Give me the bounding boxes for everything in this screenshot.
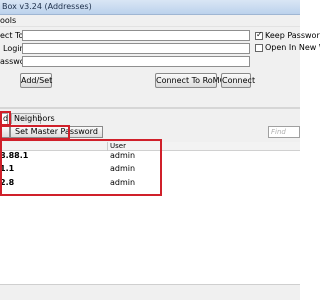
row-address: 1.1	[0, 164, 15, 173]
password-input[interactable]	[22, 56, 250, 67]
connect-to-input[interactable]	[22, 30, 250, 41]
menu-bar: ools	[0, 15, 300, 27]
add-set-button[interactable]: Add/Set	[20, 73, 52, 88]
connection-form: ect To: Login: assword: Keep Password Op…	[0, 27, 320, 107]
row-user: admin	[110, 151, 136, 160]
set-master-password-button[interactable]: Set Master Password	[10, 126, 103, 138]
row-address: 2.8	[0, 178, 15, 187]
keep-password-checkbox[interactable]	[255, 30, 263, 40]
window-title: Box v3.24 (Addresses)	[2, 2, 92, 11]
table-row[interactable]: 8.88.1 admin	[0, 150, 300, 162]
title-bar: Box v3.24 (Addresses)	[0, 0, 300, 15]
saved-sessions-table: User 8.88.1 admin 1.1 admin 2.8 admin	[0, 139, 300, 284]
tabs-area: d Neighbors Set Master Password Find	[0, 109, 300, 142]
open-new-window-label: Open In New W	[265, 43, 320, 52]
remove-button[interactable]	[0, 126, 10, 138]
menu-tools[interactable]: ools	[0, 16, 16, 25]
row-address: 8.88.1	[0, 151, 29, 160]
tab-neighbors[interactable]: Neighbors	[11, 113, 55, 124]
connect-button[interactable]: Connect	[221, 73, 255, 88]
keep-password-label: Keep Password	[265, 31, 320, 40]
table-row[interactable]: 2.8 admin	[0, 177, 300, 189]
status-bar	[0, 284, 300, 300]
connect-romon-button[interactable]: Connect To RoMON	[155, 73, 232, 88]
login-input[interactable]	[22, 43, 250, 54]
table-row[interactable]: 1.1 admin	[0, 163, 300, 175]
tab-managed[interactable]: d	[0, 113, 8, 125]
open-new-window-checkbox[interactable]	[255, 44, 263, 52]
find-input[interactable]: Find	[268, 126, 300, 138]
row-user: admin	[110, 178, 136, 187]
row-user: admin	[110, 164, 136, 173]
